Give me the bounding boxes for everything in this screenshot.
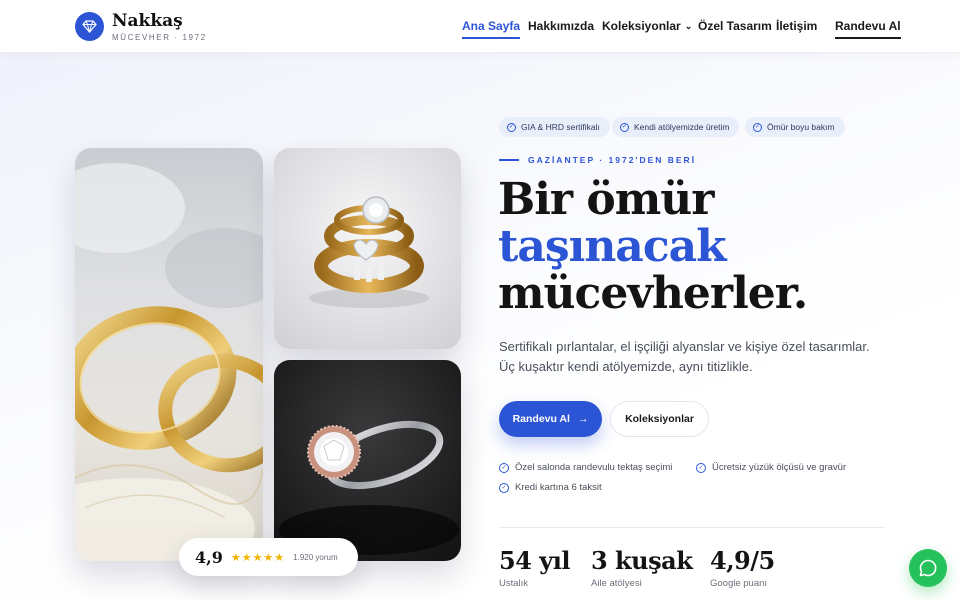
badge-label: GIA & HRD sertifikalı bbox=[521, 122, 600, 132]
feature-label: Özel salonda randevulu tektaş seçimi bbox=[515, 462, 673, 473]
stat-label: Ustalık bbox=[499, 578, 529, 589]
feature-label: Ücretsiz yüzük ölçüsü ve gravür bbox=[712, 462, 847, 473]
badge-lifetime-care: ✓ Ömür boyu bakım bbox=[745, 117, 845, 137]
nav-item-about[interactable]: Hakkımızda bbox=[528, 19, 594, 33]
eyebrow: GAZİANTEP · 1972'DEN BERİ bbox=[499, 155, 696, 165]
feature-item: ✓ Ücretsiz yüzük ölçüsü ve gravür bbox=[696, 462, 846, 473]
nav-item-collections[interactable]: Koleksiyonlar ⌄ bbox=[602, 19, 692, 33]
nav-item-custom-design[interactable]: Özel Tasarım bbox=[698, 19, 772, 33]
rating-score: 4,9 bbox=[195, 547, 223, 567]
badge-label: Ömür boyu bakım bbox=[767, 122, 835, 132]
check-circle-icon: ✓ bbox=[499, 482, 509, 493]
eyebrow-line bbox=[499, 159, 519, 161]
badge-certified: ✓ GIA & HRD sertifikalı bbox=[499, 117, 610, 137]
headline-line-1: Bir ömür bbox=[498, 174, 714, 225]
divider bbox=[499, 527, 885, 528]
arrow-right-icon: → bbox=[577, 413, 589, 425]
star-rating-icons: ★★★★★ bbox=[230, 551, 286, 564]
brand-name[interactable]: Nakkaş bbox=[112, 11, 183, 31]
badge-own-workshop: ✓ Kendi atölyemizde üretim bbox=[612, 117, 740, 137]
check-circle-icon: ✓ bbox=[507, 122, 516, 132]
halo-ring-photo bbox=[274, 360, 461, 561]
check-circle-icon: ✓ bbox=[620, 122, 629, 132]
rating-card: 4,9 ★★★★★ 1.920 yorum bbox=[179, 538, 358, 576]
feature-item: ✓ Özel salonda randevulu tektaş seçimi bbox=[499, 462, 672, 473]
eyebrow-text: GAZİANTEP · 1972'DEN BERİ bbox=[528, 155, 697, 165]
diamond-ring-set-photo bbox=[274, 148, 461, 349]
hero-description: Sertifikalı pırlantalar, el işçiliği aly… bbox=[499, 339, 870, 374]
whatsapp-icon bbox=[919, 559, 937, 577]
headline-line-2: taşınacak bbox=[498, 221, 727, 272]
headline-line-3: mücevherler. bbox=[498, 268, 808, 319]
chevron-down-icon: ⌄ bbox=[684, 21, 693, 31]
top-navigation: Nakkaş MÜCEVHER · 1972 Ana Sayfa Hakkımı… bbox=[0, 0, 960, 53]
check-circle-icon: ✓ bbox=[753, 122, 762, 132]
collections-button[interactable]: Koleksiyonlar bbox=[610, 401, 709, 437]
nav-item-collections-label: Koleksiyonlar bbox=[602, 19, 681, 33]
nav-item-home[interactable]: Ana Sayfa bbox=[462, 19, 521, 39]
stat-value: 3 kuşak bbox=[591, 546, 693, 575]
check-circle-icon: ✓ bbox=[696, 462, 706, 473]
brand-tagline: MÜCEVHER · 1972 bbox=[112, 33, 207, 42]
hero-headline: Bir ömür taşınacak mücevherler. bbox=[498, 174, 808, 319]
stat-value: 4,9/5 bbox=[710, 546, 775, 575]
stat-value: 54 yıl bbox=[499, 546, 570, 575]
feature-label: Kredi kartına 6 taksit bbox=[515, 482, 602, 493]
appointment-button[interactable]: Randevu Al → bbox=[499, 401, 602, 437]
whatsapp-chat-button[interactable] bbox=[909, 549, 947, 587]
badge-label: Kendi atölyemizde üretim bbox=[634, 122, 730, 132]
stat-label: Aile atölyesi bbox=[591, 578, 642, 589]
nav-appointment-link[interactable]: Randevu Al bbox=[835, 19, 901, 39]
wedding-rings-photo bbox=[75, 148, 263, 561]
stat-label: Google puanı bbox=[710, 578, 768, 589]
diamond-icon[interactable] bbox=[75, 12, 104, 41]
feature-item: ✓ Kredi kartına 6 taksit bbox=[499, 482, 602, 493]
appointment-button-label: Randevu Al bbox=[512, 413, 570, 425]
nav-item-contact[interactable]: İletişim bbox=[776, 19, 817, 33]
check-circle-icon: ✓ bbox=[499, 462, 509, 473]
rating-count: 1.920 yorum bbox=[293, 552, 338, 562]
